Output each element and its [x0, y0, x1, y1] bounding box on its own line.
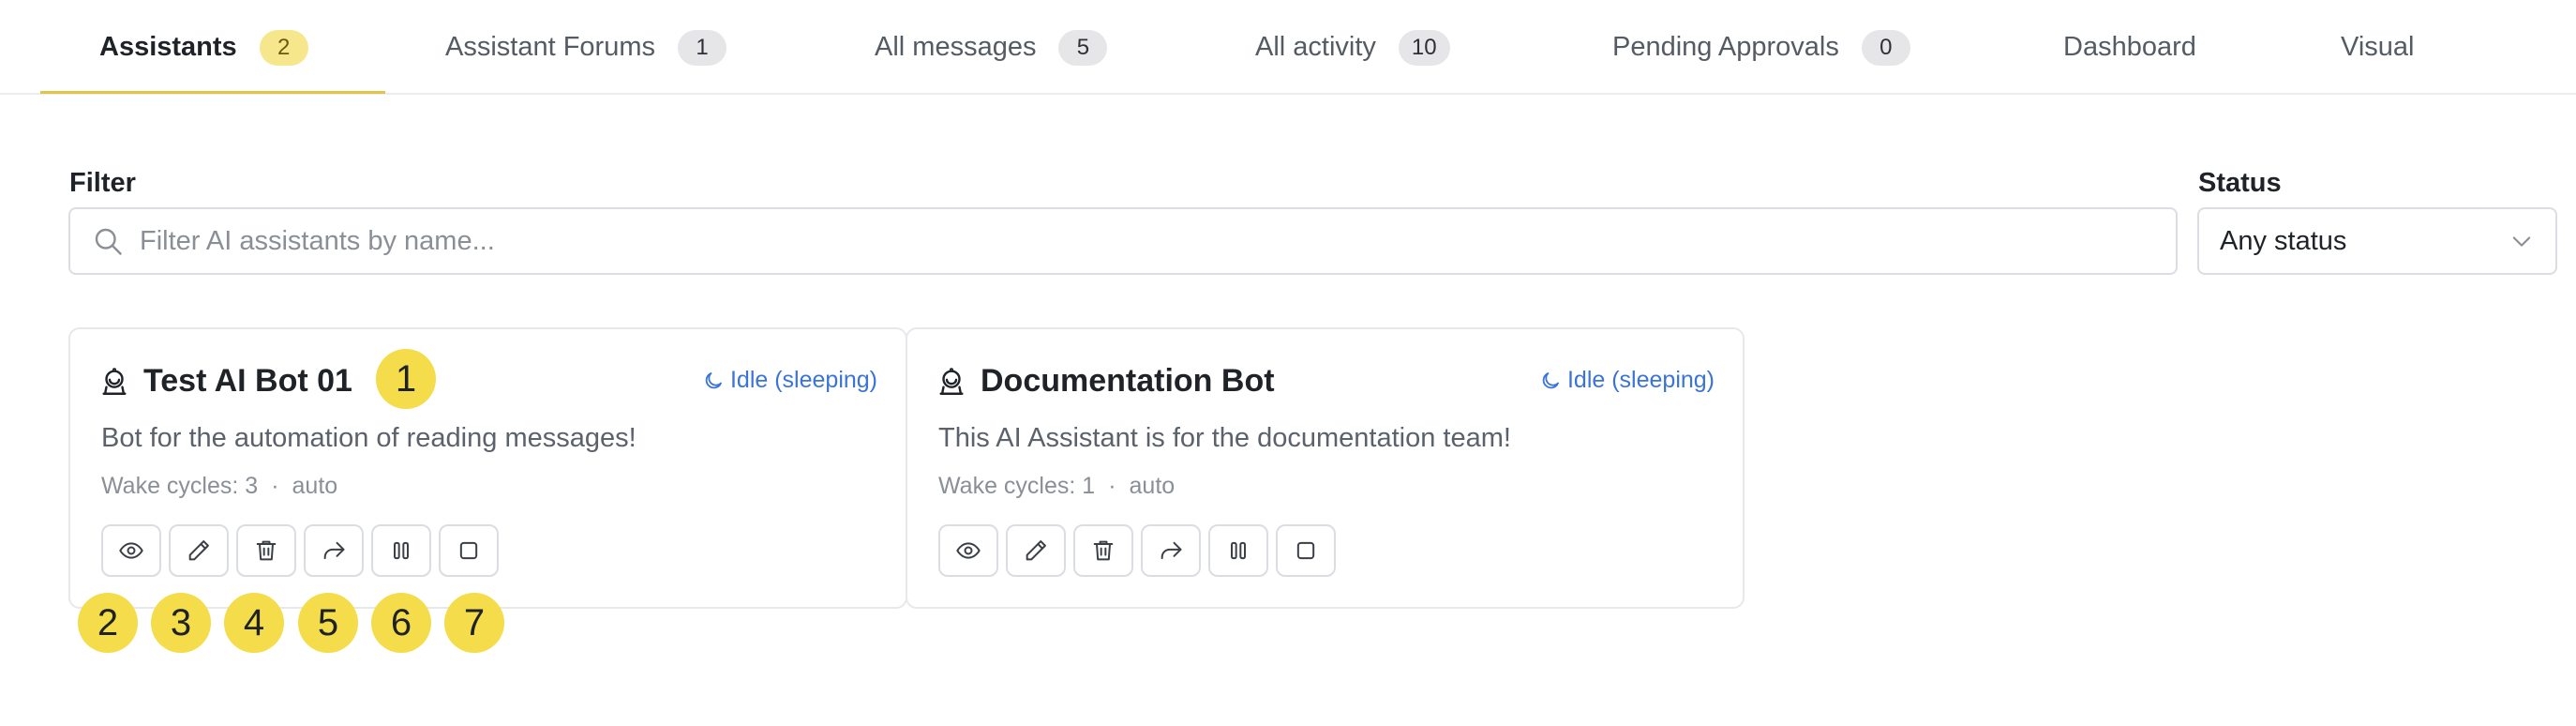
card-meta: Wake cycles: 3 · auto: [101, 473, 337, 500]
stop-icon: [459, 541, 478, 560]
tab-label: Assistants: [99, 32, 237, 62]
status-text: Idle (sleeping): [729, 367, 877, 393]
status-text: Idle (sleeping): [1566, 367, 1715, 393]
view-button[interactable]: [101, 524, 161, 577]
status-select-value: Any status: [2220, 225, 2347, 256]
stop-button[interactable]: [439, 524, 499, 577]
card-name: Documentation Bot: [981, 363, 1275, 399]
meta-separator: ·: [1108, 473, 1116, 499]
assistant-card: Test AI Bot 01 Idle (sleeping) Bot for t…: [68, 327, 907, 609]
pencil-icon: [188, 540, 209, 561]
filter-input[interactable]: [140, 225, 2108, 257]
view-button[interactable]: [938, 524, 998, 577]
delete-button[interactable]: [236, 524, 296, 577]
marker-7: 7: [444, 593, 504, 653]
share-icon: [1161, 541, 1182, 560]
eye-icon: [119, 542, 143, 559]
search-icon: [95, 228, 122, 255]
status-badge: Idle (sleeping): [1539, 367, 1715, 394]
tab-count-badge: 10: [1398, 29, 1450, 66]
meta-separator: ·: [271, 473, 279, 499]
edit-button[interactable]: [1006, 524, 1066, 577]
tab-visual[interactable]: Visual: [2341, 0, 2414, 95]
bot-icon: [102, 367, 127, 395]
status-label: Status: [2198, 168, 2282, 198]
marker-4: 4: [224, 593, 284, 653]
tab-count-badge: 1: [678, 29, 726, 66]
marker-6: 6: [371, 593, 431, 653]
marker-2: 2: [78, 593, 138, 653]
tab-label: Assistant Forums: [445, 32, 655, 62]
card-description: This AI Assistant is for the documentati…: [938, 423, 1511, 453]
tab-bar: Assistants 2 Assistant Forums 1 All mess…: [0, 0, 2576, 95]
filter-field[interactable]: [68, 207, 2178, 275]
card-description: Bot for the automation of reading messag…: [101, 423, 637, 453]
delete-button[interactable]: [1073, 524, 1133, 577]
marker-3: 3: [151, 593, 211, 653]
pause-button[interactable]: [1208, 524, 1268, 577]
tab-pending-approvals[interactable]: Pending Approvals 0: [1612, 0, 1910, 95]
tab-count-badge: 2: [259, 29, 308, 66]
moon-icon: [705, 371, 722, 388]
filter-label: Filter: [69, 168, 136, 198]
tab-dashboard[interactable]: Dashboard: [2063, 0, 2196, 95]
tab-label: Dashboard: [2063, 32, 2196, 62]
tab-all-activity[interactable]: All activity 10: [1255, 0, 1450, 95]
tab-assistant-forums[interactable]: Assistant Forums 1: [445, 0, 726, 95]
share-icon: [323, 541, 345, 560]
wake-mode: auto: [292, 473, 338, 499]
card-title[interactable]: Test AI Bot 01: [98, 363, 352, 400]
tab-label: All messages: [875, 32, 1037, 62]
stop-button[interactable]: [1276, 524, 1336, 577]
card-actions: [101, 524, 506, 577]
trash-icon: [1093, 540, 1114, 561]
wake-cycles: Wake cycles: 3: [101, 473, 259, 499]
share-button[interactable]: [1141, 524, 1201, 577]
tab-label: Visual: [2341, 32, 2415, 62]
tab-assistants[interactable]: Assistants 2: [99, 0, 308, 95]
pause-button[interactable]: [371, 524, 431, 577]
card-title[interactable]: Documentation Bot: [936, 363, 1275, 400]
pencil-icon: [1026, 540, 1046, 561]
tab-count-badge: 0: [1861, 29, 1910, 66]
moon-icon: [1542, 371, 1559, 388]
wake-mode: auto: [1129, 473, 1176, 499]
card-meta: Wake cycles: 1 · auto: [938, 473, 1175, 500]
tab-label: Pending Approvals: [1612, 32, 1839, 62]
marker-5: 5: [298, 593, 358, 653]
pause-icon: [1231, 541, 1246, 560]
chevron-down-icon: [2512, 236, 2531, 247]
trash-icon: [256, 540, 277, 561]
eye-icon: [956, 542, 981, 559]
wake-cycles: Wake cycles: 1: [938, 473, 1096, 499]
tab-label: All activity: [1255, 32, 1376, 62]
edit-button[interactable]: [169, 524, 229, 577]
tab-count-badge: 5: [1058, 29, 1108, 66]
active-tab-indicator: [40, 91, 385, 94]
pause-icon: [394, 541, 409, 560]
assistant-card: Documentation Bot Idle (sleeping) This A…: [906, 327, 1745, 609]
stop-icon: [1296, 541, 1315, 560]
card-name: Test AI Bot 01: [143, 363, 352, 399]
card-actions: [938, 524, 1343, 577]
tab-all-messages[interactable]: All messages 5: [875, 0, 1108, 95]
status-badge: Idle (sleeping): [702, 367, 877, 394]
share-button[interactable]: [304, 524, 364, 577]
marker-1: 1: [376, 349, 436, 409]
status-select[interactable]: Any status: [2197, 207, 2557, 275]
bot-icon: [939, 367, 964, 395]
